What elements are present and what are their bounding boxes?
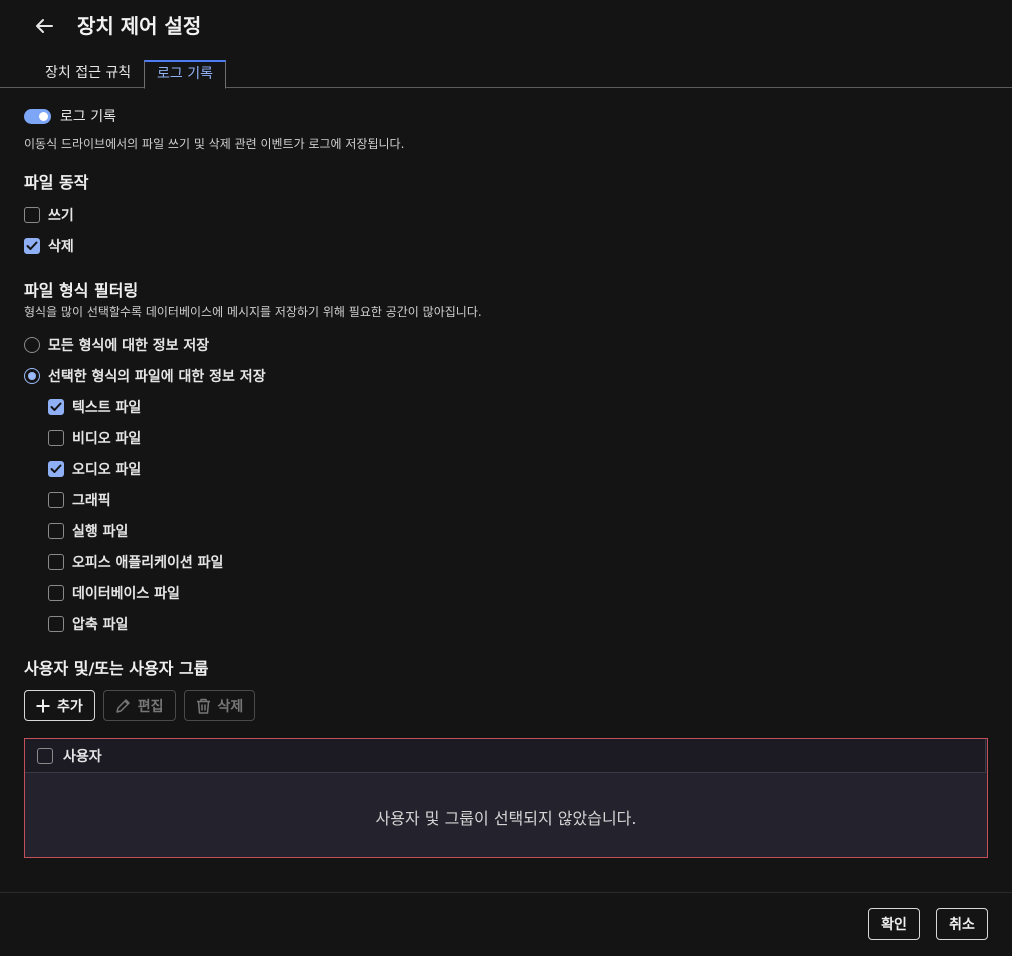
back-button[interactable] xyxy=(32,14,56,38)
checkbox-label: 그래픽 xyxy=(72,493,111,509)
plus-icon xyxy=(36,699,50,713)
header: 장치 제어 설정 xyxy=(0,0,1012,52)
radio-circle[interactable] xyxy=(24,368,40,384)
checkbox-label: 실행 파일 xyxy=(72,524,129,540)
arrow-left-icon xyxy=(36,19,53,33)
checkbox-label: 비디오 파일 xyxy=(72,431,142,447)
checkbox-graphics[interactable]: 그래픽 xyxy=(48,490,111,510)
delete-button-label: 삭제 xyxy=(217,698,244,715)
trash-icon xyxy=(196,698,211,714)
logging-toggle-label: 로그 기록 xyxy=(60,109,116,125)
checkbox-box[interactable] xyxy=(48,554,64,570)
users-table: 사용자 사용자 및 그룹이 선택되지 않았습니다. xyxy=(24,738,988,858)
pencil-icon xyxy=(115,698,131,714)
radio-label: 선택한 형식의 파일에 대한 정보 저장 xyxy=(48,369,266,385)
ok-button[interactable]: 확인 xyxy=(868,908,920,940)
checkbox-box[interactable] xyxy=(48,492,64,508)
radio-dot xyxy=(28,372,36,380)
file-type-filter-title: 파일 형식 필터링 xyxy=(24,281,139,300)
checkbox-label: 쓰기 xyxy=(48,208,74,224)
checkbox-box[interactable] xyxy=(24,207,40,223)
add-button[interactable]: 추가 xyxy=(24,690,95,721)
checkmark-icon xyxy=(50,464,62,473)
radio-all-types[interactable]: 모든 형식에 대한 정보 저장 xyxy=(24,335,209,355)
checkbox-executables[interactable]: 실행 파일 xyxy=(48,521,128,541)
device-control-settings-page: 장치 제어 설정 장치 접근 규칙 로그 기록 로그 기록 이동식 드라이브에서… xyxy=(0,0,1012,956)
tab-logging[interactable]: 로그 기록 xyxy=(144,60,226,89)
checkmark-icon xyxy=(50,402,62,411)
checkbox-audio-files[interactable]: 오디오 파일 xyxy=(48,459,141,479)
users-toolbar: 추가 편집 삭제 xyxy=(24,690,256,721)
cancel-button[interactable]: 취소 xyxy=(936,908,988,940)
checkbox-label: 오디오 파일 xyxy=(72,462,142,478)
checkbox-box[interactable] xyxy=(48,430,64,446)
file-type-filter-description: 형식을 많이 선택할수록 데이터베이스에 메시지를 저장하기 위해 필요한 공간… xyxy=(24,305,482,319)
checkbox-box[interactable] xyxy=(48,461,64,477)
checkbox-label: 데이터베이스 파일 xyxy=(72,586,180,602)
checkbox-database-files[interactable]: 데이터베이스 파일 xyxy=(48,583,180,603)
users-table-header: 사용자 xyxy=(25,739,986,773)
users-section-title: 사용자 및/또는 사용자 그룹 xyxy=(24,659,209,678)
checkbox-office-files[interactable]: 오피스 애플리케이션 파일 xyxy=(48,552,223,572)
file-actions-title: 파일 동작 xyxy=(24,173,89,192)
checkbox-box[interactable] xyxy=(48,585,64,601)
checkmark-icon xyxy=(26,241,38,250)
delete-button[interactable]: 삭제 xyxy=(183,690,256,721)
radio-label: 모든 형식에 대한 정보 저장 xyxy=(48,338,210,354)
radio-circle[interactable] xyxy=(24,337,40,353)
logging-toggle-row: 로그 기록 xyxy=(24,106,116,126)
logging-toggle[interactable] xyxy=(24,108,51,124)
checkbox-box[interactable] xyxy=(48,523,64,539)
checkbox-label: 삭제 xyxy=(48,239,74,255)
checkbox-delete[interactable]: 삭제 xyxy=(24,236,74,256)
select-all-checkbox[interactable] xyxy=(37,747,53,764)
tab-device-access-rules[interactable]: 장치 접근 규칙 xyxy=(33,60,143,88)
page-title: 장치 제어 설정 xyxy=(77,14,202,38)
checkbox-label: 압축 파일 xyxy=(72,617,129,633)
checkbox-video-files[interactable]: 비디오 파일 xyxy=(48,428,141,448)
checkbox-box[interactable] xyxy=(48,616,64,632)
checkbox-box[interactable] xyxy=(24,238,40,254)
checkbox-box[interactable] xyxy=(48,399,64,415)
checkbox-archive-files[interactable]: 압축 파일 xyxy=(48,614,128,634)
edit-button[interactable]: 편집 xyxy=(102,690,176,721)
checkbox-label: 오피스 애플리케이션 파일 xyxy=(72,555,224,571)
checkbox-text-files[interactable]: 텍스트 파일 xyxy=(48,397,141,417)
edit-button-label: 편집 xyxy=(137,698,164,715)
checkbox-write[interactable]: 쓰기 xyxy=(24,205,74,225)
radio-selected-types[interactable]: 선택한 형식의 파일에 대한 정보 저장 xyxy=(24,366,266,386)
add-button-label: 추가 xyxy=(57,698,83,715)
toggle-knob xyxy=(39,111,48,121)
tab-bar: 장치 접근 규칙 로그 기록 xyxy=(0,60,1012,89)
checkbox-label: 텍스트 파일 xyxy=(72,400,142,416)
empty-table-message: 사용자 및 그룹이 선택되지 않았습니다. xyxy=(375,809,637,828)
logging-description: 이동식 드라이브에서의 파일 쓰기 및 삭제 관련 이벤트가 로그에 저장됩니다… xyxy=(24,137,405,151)
column-header-user: 사용자 xyxy=(63,748,102,765)
dialog-footer: 확인 취소 xyxy=(0,892,1012,956)
